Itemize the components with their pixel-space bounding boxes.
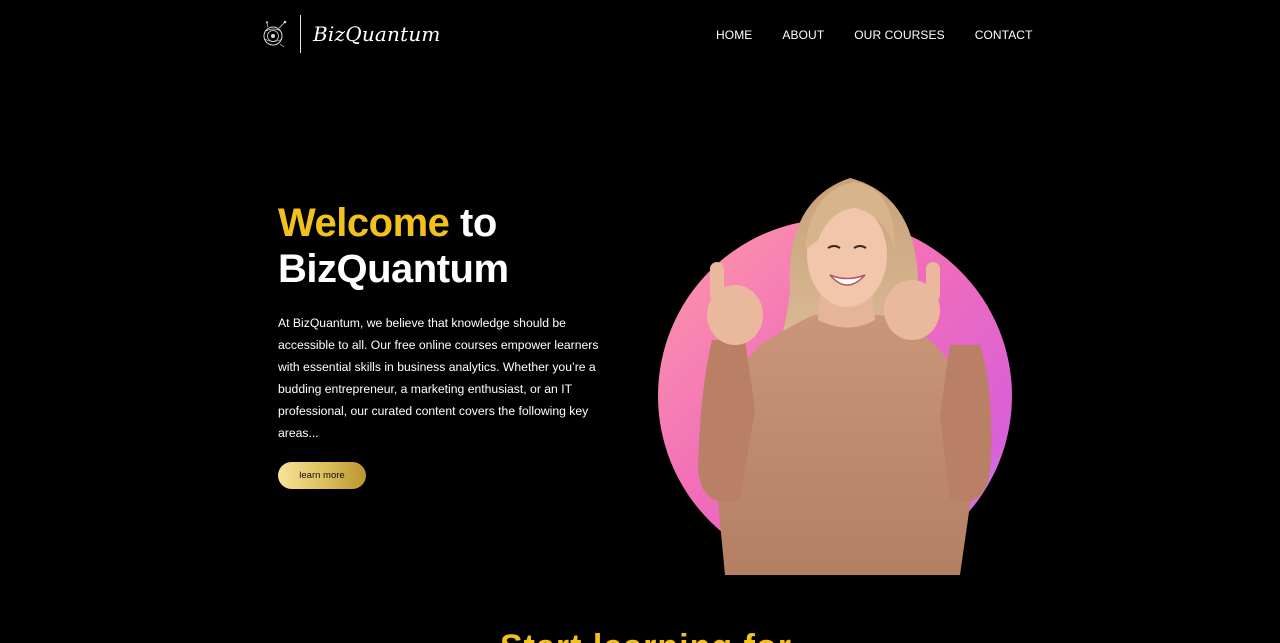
nav-contact[interactable]: CONTACT xyxy=(975,28,1033,42)
hero-description: At BizQuantum, we believe that knowledge… xyxy=(278,316,599,440)
logo-divider xyxy=(300,15,301,53)
nav-our-courses[interactable]: OUR COURSES xyxy=(854,28,944,42)
hero-title: Welcome to BizQuantum xyxy=(278,200,509,292)
next-section-title: Start learning for xyxy=(500,628,792,643)
hero-title-line2: BizQuantum xyxy=(278,247,509,291)
nav-about[interactable]: ABOUT xyxy=(782,28,824,42)
hero-title-accent: Welcome xyxy=(278,201,450,245)
brand-name: BizQuantum xyxy=(313,22,441,46)
page: BizQuantum HOME ABOUT OUR COURSES CONTAC… xyxy=(0,0,1280,643)
hero-title-rest: to xyxy=(449,201,497,245)
main-nav: HOME ABOUT OUR COURSES CONTACT xyxy=(716,28,1033,42)
brand-logo[interactable]: BizQuantum xyxy=(262,15,441,53)
hero-image xyxy=(650,170,1020,575)
learn-more-button[interactable]: learn more xyxy=(278,462,366,489)
globe-icon xyxy=(262,15,288,53)
nav-home[interactable]: HOME xyxy=(716,28,752,42)
